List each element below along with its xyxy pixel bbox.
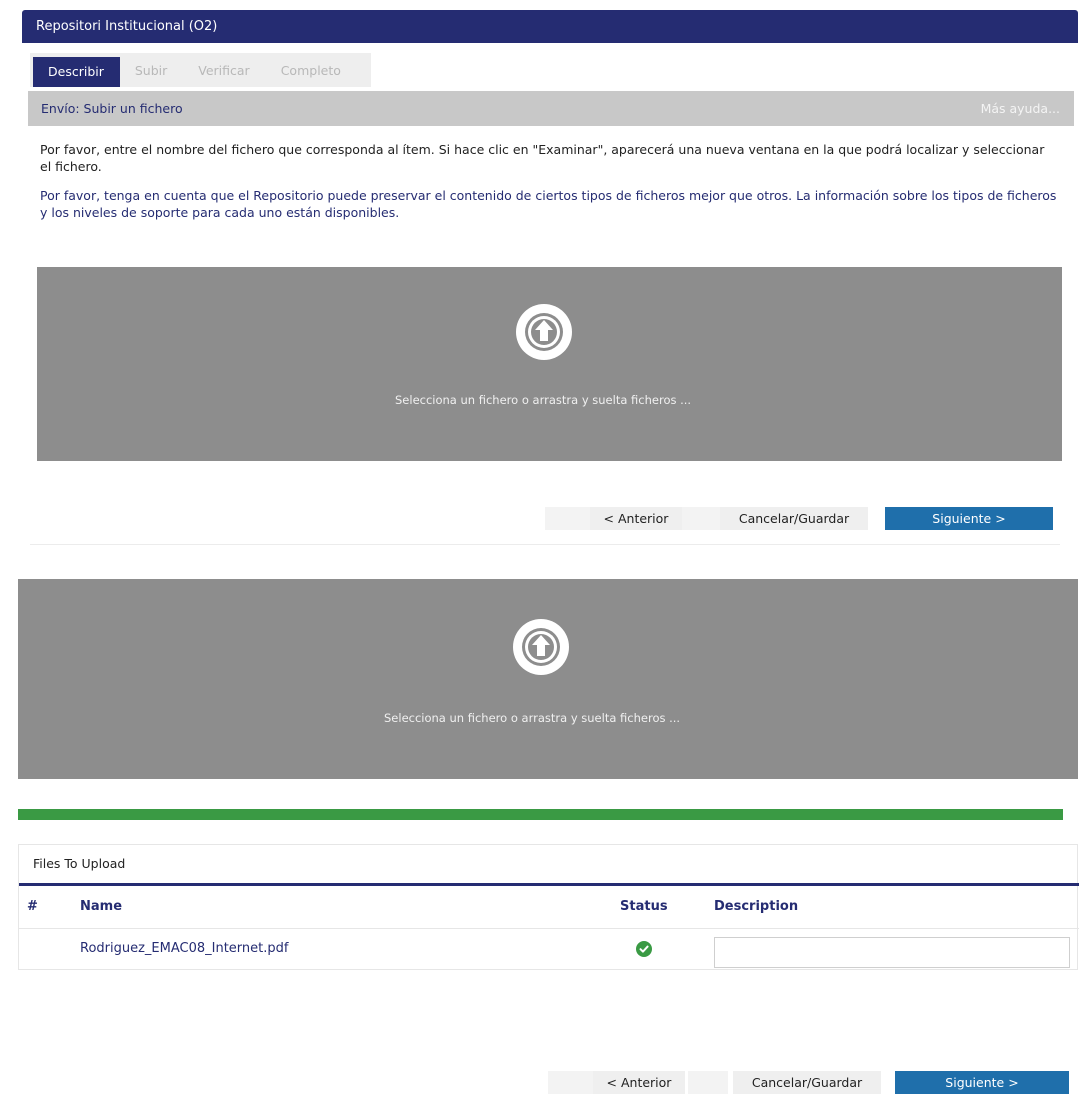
more-help-link[interactable]: Más ayuda...	[981, 91, 1060, 126]
upload-progress-bar	[18, 809, 1063, 820]
upload-progress-fill	[18, 809, 1063, 820]
step-tabs: Describir Subir Verificar Completo	[30, 53, 371, 87]
previous-button[interactable]: < Anterior	[590, 507, 682, 530]
column-header-description: Description	[714, 899, 799, 914]
upload-icon	[516, 304, 572, 360]
dropzone-text: Selecciona un fichero o arrastra y suelt…	[395, 393, 692, 407]
page-title-bar: Repositori Institucional (O2)	[22, 10, 1078, 43]
tab-describir[interactable]: Describir	[33, 57, 120, 87]
section-header: Envío: Subir un fichero Más ayuda...	[28, 91, 1074, 126]
row-divider	[19, 928, 1079, 929]
next-button[interactable]: Siguiente >	[885, 507, 1053, 530]
status-check-icon	[636, 941, 652, 957]
column-header-status: Status	[620, 899, 668, 914]
page-title: Repositori Institucional (O2)	[36, 19, 218, 34]
tab-completo[interactable]: Completo	[266, 55, 357, 87]
divider	[30, 544, 1060, 545]
description-input[interactable]	[714, 937, 1070, 968]
file-format-note[interactable]: Por favor, tenga en cuenta que el Reposi…	[40, 187, 1058, 221]
button-shadow	[545, 507, 595, 530]
button-shadow	[682, 507, 724, 530]
upload-icon	[513, 619, 569, 675]
file-dropzone[interactable]: Selecciona un fichero o arrastra y suelt…	[37, 267, 1062, 461]
tab-verificar[interactable]: Verificar	[183, 55, 265, 87]
file-dropzone[interactable]: Selecciona un fichero o arrastra y suelt…	[18, 579, 1078, 779]
previous-button[interactable]: < Anterior	[593, 1071, 685, 1094]
cancel-save-button[interactable]: Cancelar/Guardar	[733, 1071, 881, 1094]
panel-rule	[19, 883, 1079, 886]
column-header-index: #	[27, 899, 38, 914]
files-to-upload-panel: Files To Upload # Name Status Descriptio…	[18, 844, 1079, 970]
tab-subir[interactable]: Subir	[120, 55, 183, 87]
cancel-save-button[interactable]: Cancelar/Guardar	[720, 507, 868, 530]
instruction-text: Por favor, entre el nombre del fichero q…	[40, 142, 1045, 174]
dropzone-text: Selecciona un fichero o arrastra y suelt…	[384, 711, 681, 725]
button-shadow	[688, 1071, 728, 1094]
panel-title: Files To Upload	[33, 856, 126, 871]
next-button[interactable]: Siguiente >	[895, 1071, 1069, 1094]
button-shadow	[548, 1071, 598, 1094]
file-name: Rodriguez_EMAC08_Internet.pdf	[80, 941, 289, 956]
column-header-name: Name	[80, 899, 123, 914]
section-title: Envío: Subir un fichero	[41, 101, 183, 116]
